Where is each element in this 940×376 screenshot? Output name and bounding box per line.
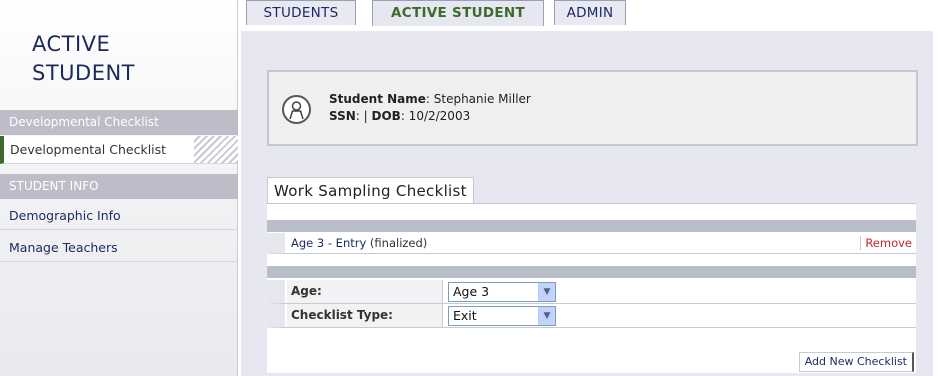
checklist-type-select[interactable]: Exit ▼ bbox=[448, 306, 556, 326]
add-new-checklist-button[interactable]: Add New Checklist bbox=[798, 352, 914, 372]
student-info-box: Student Name: Stephanie Miller SSN: | DO… bbox=[267, 70, 918, 146]
checklist-type-value: Exit bbox=[453, 308, 477, 323]
sidebar-item-label: Developmental Checklist bbox=[10, 142, 167, 157]
student-details: Student Name: Stephanie Miller SSN: | DO… bbox=[329, 91, 531, 125]
checklist-type-row: Checklist Type: Exit ▼ bbox=[267, 304, 916, 328]
divider-bar bbox=[267, 266, 916, 278]
checklist-panel: Age 3 - Entry (finalized) Remove Age: Ag… bbox=[267, 203, 916, 373]
checklist-entry-row: Age 3 - Entry (finalized) Remove bbox=[267, 233, 916, 254]
user-avatar-icon bbox=[282, 95, 311, 124]
section-header-student-info: STUDENT INFO bbox=[0, 174, 238, 199]
section-title-work-sampling: Work Sampling Checklist bbox=[267, 177, 474, 204]
tab-admin[interactable]: ADMIN bbox=[554, 0, 626, 25]
checklist-entry-link[interactable]: Age 3 - Entry bbox=[291, 236, 366, 250]
checklist-entry: Age 3 - Entry (finalized) bbox=[291, 236, 427, 250]
tab-students[interactable]: STUDENTS bbox=[246, 0, 356, 25]
checklist-entry-status: (finalized) bbox=[366, 236, 428, 250]
sidebar-title: ACTIVE STUDENT bbox=[32, 30, 135, 88]
student-name-line: Student Name: Stephanie Miller bbox=[329, 91, 531, 108]
age-select[interactable]: Age 3 ▼ bbox=[448, 282, 556, 302]
student-name-value: : Stephanie Miller bbox=[425, 92, 531, 106]
active-indicator-stripes bbox=[194, 136, 238, 163]
chevron-down-icon[interactable]: ▼ bbox=[538, 307, 555, 325]
age-label: Age: bbox=[287, 280, 443, 303]
student-ids-line: SSN: | DOB: 10/2/2003 bbox=[329, 108, 531, 125]
remove-link[interactable]: Remove bbox=[860, 236, 912, 250]
section-header-developmental: Developmental Checklist bbox=[0, 110, 238, 135]
age-select-value: Age 3 bbox=[453, 284, 490, 299]
tab-active-student[interactable]: ACTIVE STUDENT bbox=[372, 0, 544, 26]
sidebar-item-demographic-info[interactable]: Demographic Info bbox=[0, 202, 238, 230]
ssn-label: SSN bbox=[329, 109, 356, 123]
sidebar-title-line2: STUDENT bbox=[32, 61, 136, 85]
age-row: Age: Age 3 ▼ bbox=[267, 280, 916, 304]
dob-label: DOB bbox=[371, 109, 401, 123]
sidebar-title-line1: ACTIVE bbox=[32, 32, 111, 56]
dob-value: : 10/2/2003 bbox=[400, 109, 471, 123]
divider-bar bbox=[267, 220, 916, 232]
sidebar-item-manage-teachers[interactable]: Manage Teachers bbox=[0, 234, 238, 262]
student-name-label: Student Name bbox=[329, 92, 426, 106]
chevron-down-icon[interactable]: ▼ bbox=[538, 283, 555, 301]
ssn-separator: : | bbox=[355, 109, 372, 123]
sidebar: ACTIVE STUDENT Developmental Checklist D… bbox=[0, 0, 238, 376]
checklist-type-label: Checklist Type: bbox=[287, 304, 443, 327]
sidebar-item-developmental-checklist[interactable]: Developmental Checklist bbox=[0, 136, 238, 164]
